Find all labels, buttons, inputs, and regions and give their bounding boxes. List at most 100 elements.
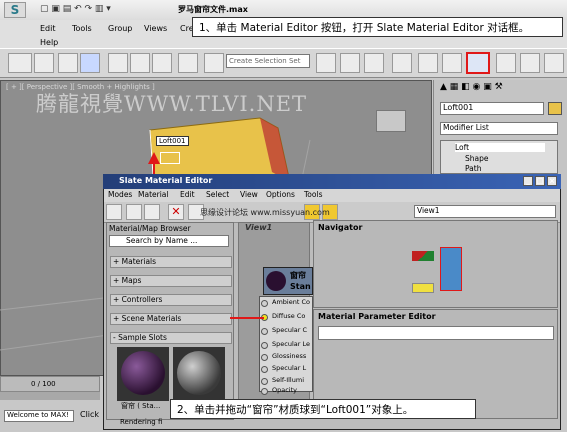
view-cube-icon[interactable] bbox=[376, 110, 406, 132]
link-icon[interactable] bbox=[34, 53, 54, 73]
stack-item-shape[interactable]: Shape bbox=[465, 154, 489, 163]
sample-slot-curtain[interactable] bbox=[117, 347, 169, 401]
slot-socket[interactable] bbox=[261, 342, 268, 349]
diffuse-link-line bbox=[230, 317, 264, 319]
node-title: 窗帘 bbox=[290, 271, 306, 280]
slate-menu-view[interactable]: View bbox=[240, 190, 258, 199]
step2-callout: 2、单击并拖动“窗帘”材质球到“Loft001”对象上。 bbox=[170, 399, 476, 419]
slot-specular-level[interactable]: Specular Le bbox=[259, 340, 313, 351]
slate-menu-select[interactable]: Select bbox=[206, 190, 229, 199]
slot-diffuse[interactable]: Diffuse Co bbox=[259, 312, 313, 323]
object-color-swatch[interactable] bbox=[548, 102, 562, 115]
slate-menu-tools[interactable]: Tools bbox=[304, 190, 322, 199]
welcome-status: Welcome to MAX! bbox=[4, 410, 74, 422]
step1-callout: 1、单击 Material Editor 按钮，打开 Slate Materia… bbox=[192, 17, 563, 37]
slot-label: Opacity bbox=[272, 386, 298, 394]
slate-menu-edit[interactable]: Edit bbox=[180, 190, 195, 199]
spinner-snap-icon[interactable] bbox=[178, 53, 198, 73]
main-toolbar: Create Selection Set bbox=[0, 48, 567, 78]
slate-menu-material[interactable]: Material bbox=[138, 190, 168, 199]
click-status: Click bbox=[80, 410, 100, 419]
slot-label: Diffuse Co bbox=[272, 312, 306, 320]
param-name-field[interactable] bbox=[318, 326, 554, 340]
stack-item-path[interactable]: Path bbox=[465, 164, 481, 173]
slot-socket[interactable] bbox=[261, 300, 268, 307]
navigator-panel: Navigator bbox=[313, 220, 558, 308]
angle-snap-icon[interactable] bbox=[130, 53, 150, 73]
app-logo-icon[interactable]: S bbox=[4, 2, 26, 18]
snap-icon[interactable] bbox=[108, 53, 128, 73]
slate-menu-bar: Modes Material Edit Select View Options … bbox=[104, 189, 560, 202]
command-panel-tabs[interactable]: ▲ ▦ ◧ ◉ ▣ ⚒ bbox=[440, 82, 564, 96]
selection-set-dropdown[interactable]: Create Selection Set bbox=[226, 54, 310, 68]
sample-sphere-gray bbox=[177, 351, 221, 395]
quick-access-icons[interactable]: ▢ ▣ ▤ ↶ ↷ ▥ ▾ bbox=[40, 4, 180, 16]
slot-ambient[interactable]: Ambient Co bbox=[259, 298, 313, 309]
move-icon[interactable] bbox=[58, 53, 78, 73]
slate-put-icon[interactable] bbox=[144, 204, 160, 220]
slate-pick-icon[interactable] bbox=[126, 204, 142, 220]
menu-help[interactable]: Help bbox=[40, 38, 58, 47]
slot-glossiness[interactable]: Glossiness bbox=[259, 352, 313, 363]
section-sample-slots[interactable]: - Sample Slots bbox=[110, 332, 232, 344]
stack-item-loft[interactable]: Loft bbox=[455, 143, 545, 152]
render-icon[interactable] bbox=[544, 53, 564, 73]
section-maps[interactable]: + Maps bbox=[110, 275, 232, 287]
percent-snap-icon[interactable] bbox=[152, 53, 172, 73]
render-setup-icon[interactable] bbox=[496, 53, 516, 73]
navigator-node-blue[interactable] bbox=[440, 247, 462, 291]
sample-sphere-purple bbox=[121, 351, 165, 395]
slate-menu-options[interactable]: Options bbox=[266, 190, 295, 199]
section-scene-materials[interactable]: + Scene Materials bbox=[110, 313, 232, 325]
slot-socket[interactable] bbox=[261, 378, 268, 385]
slot-socket[interactable] bbox=[261, 366, 268, 373]
mirror-icon[interactable] bbox=[316, 53, 336, 73]
maximize-button[interactable]: □ bbox=[535, 176, 545, 186]
material-node-header[interactable]: 窗帘 Stan bbox=[263, 267, 313, 295]
slot-specular-l2[interactable]: Specular L bbox=[259, 364, 313, 375]
slot-socket[interactable] bbox=[261, 354, 268, 361]
navigator-node-yellow[interactable] bbox=[412, 283, 434, 293]
modifier-stack[interactable]: Loft Shape Path bbox=[440, 140, 558, 174]
section-materials[interactable]: + Materials bbox=[110, 256, 232, 268]
graphite-icon[interactable] bbox=[392, 53, 412, 73]
edit-named-icon[interactable] bbox=[204, 53, 224, 73]
slot-label: Self-Illumi bbox=[272, 376, 304, 384]
sample-slot-gray[interactable] bbox=[173, 347, 225, 401]
slate-select-icon[interactable] bbox=[106, 204, 122, 220]
menu-views[interactable]: Views bbox=[144, 24, 167, 33]
slate-menu-modes[interactable]: Modes bbox=[108, 190, 132, 199]
undo-icon[interactable] bbox=[8, 53, 32, 73]
timeline[interactable]: 0 / 100 bbox=[0, 376, 100, 392]
slot-label: Glossiness bbox=[272, 352, 307, 360]
slot-socket[interactable] bbox=[261, 388, 268, 395]
object-name-field[interactable]: Loft001 bbox=[440, 102, 544, 115]
slot-socket[interactable] bbox=[261, 328, 268, 335]
browser-search-input[interactable]: Search by Name ... bbox=[109, 235, 229, 247]
slate-delete-icon[interactable]: ✕ bbox=[168, 204, 184, 220]
layer-icon[interactable] bbox=[364, 53, 384, 73]
frame-counter: 0 / 100 bbox=[31, 380, 56, 388]
slot-label: Specular L bbox=[272, 364, 307, 372]
timeline-ruler bbox=[0, 392, 100, 400]
view-select-dropdown[interactable]: View1 bbox=[414, 205, 556, 218]
menu-tools[interactable]: Tools bbox=[72, 24, 92, 33]
slot-specular-color[interactable]: Specular C bbox=[259, 326, 313, 337]
select-icon[interactable] bbox=[80, 53, 100, 73]
navigator-title: Navigator bbox=[318, 223, 363, 232]
object-tooltip: Loft001 bbox=[156, 136, 189, 146]
modifier-list-dropdown[interactable]: Modifier List bbox=[440, 122, 558, 135]
align-icon[interactable] bbox=[340, 53, 360, 73]
navigator-node-red[interactable] bbox=[412, 251, 434, 261]
view1-tab[interactable]: View1 bbox=[245, 223, 272, 232]
render-frame-icon[interactable] bbox=[520, 53, 540, 73]
slot-opacity[interactable]: Opacity bbox=[259, 386, 313, 397]
minimize-button[interactable]: _ bbox=[523, 176, 533, 186]
material-editor-icon[interactable] bbox=[466, 52, 490, 74]
schematic-icon[interactable] bbox=[442, 53, 462, 73]
close-button[interactable]: × bbox=[547, 176, 557, 186]
menu-edit[interactable]: Edit bbox=[40, 24, 56, 33]
section-controllers[interactable]: + Controllers bbox=[110, 294, 232, 306]
menu-group[interactable]: Group bbox=[108, 24, 132, 33]
curve-editor-icon[interactable] bbox=[418, 53, 438, 73]
